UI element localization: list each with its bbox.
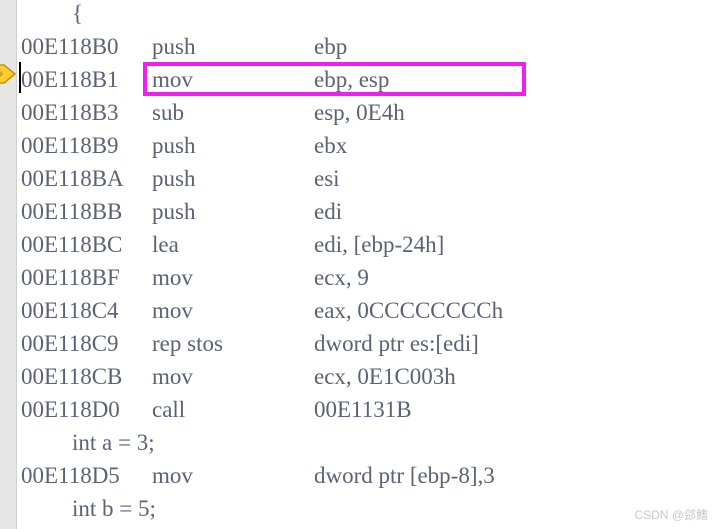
instruction-address: 00E118C9	[21, 331, 119, 356]
instruction-mnemonic: mov	[152, 364, 193, 389]
instruction-mnemonic: push	[152, 199, 196, 224]
code-line-list[interactable]: {00E118B0 push ebp 00E118B1 mov ebp, esp 00E11…	[0, 0, 716, 529]
source-line-text: {	[72, 1, 84, 26]
instruction-mnemonic: call	[152, 397, 186, 422]
instruction-operand: dword ptr [ebp-8],3	[314, 463, 495, 488]
instruction-operand: eax, 0CCCCCCCCh	[314, 298, 504, 323]
instruction-operand: ebp	[314, 34, 348, 59]
disassembly-line[interactable]: 00E118B3 sub esp, 0E4h	[0, 96, 716, 129]
instruction-operand: dword ptr es:[edi]	[314, 331, 479, 356]
instruction-mnemonic: push	[152, 34, 196, 59]
instruction-operand: edi, [ebp-24h]	[314, 232, 445, 257]
instruction-operand: esp, 0E4h	[314, 100, 405, 125]
disassembly-line[interactable]: 00E118D5 mov dword ptr [ebp-8],3	[0, 459, 716, 492]
instruction-address: 00E118D0	[21, 397, 120, 422]
instruction-operand: esi	[314, 166, 340, 191]
disassembly-line[interactable]: 00E118BC lea edi, [ebp-24h]	[0, 228, 716, 261]
disassembly-line[interactable]: 00E118C4 mov eax, 0CCCCCCCCh	[0, 294, 716, 327]
instruction-operand: ebx	[314, 133, 348, 158]
instruction-operand: ecx, 9	[314, 265, 369, 290]
instruction-operand: ecx, 0E1C003h	[314, 364, 456, 389]
instruction-mnemonic: sub	[152, 100, 184, 125]
instruction-address: 00E118B0	[21, 34, 119, 59]
text-caret	[19, 62, 21, 93]
instruction-mnemonic: mov	[152, 298, 193, 323]
source-line-text: int a = 3;	[72, 430, 155, 455]
disassembly-line[interactable]: 00E118BF mov ecx, 9	[0, 261, 716, 294]
instruction-operand: dword ptr [ebp-14h],5	[314, 525, 518, 529]
source-line-text: int b = 5;	[72, 496, 156, 521]
disassembly-line[interactable]: 00E118C9 rep stos dword ptr es:[edi]	[0, 327, 716, 360]
instruction-mnemonic: mov	[152, 463, 193, 488]
instruction-operand: ebp, esp	[314, 67, 390, 92]
disassembly-view[interactable]: {00E118B0 push ebp 00E118B1 mov ebp, esp 00E11…	[0, 0, 716, 529]
disassembly-line[interactable]: 00E118B0 push ebp	[0, 30, 716, 63]
instruction-address: 00E118BB	[21, 199, 123, 224]
csdn-watermark: CSDN @郐鳍	[634, 508, 708, 522]
instruction-address: 00E118DC	[21, 525, 124, 529]
disassembly-line[interactable]: 00E118CB mov ecx, 0E1C003h	[0, 360, 716, 393]
source-line[interactable]: {	[0, 0, 716, 30]
instruction-mnemonic: mov	[152, 265, 193, 290]
source-line[interactable]: int a = 3;	[0, 426, 716, 459]
instruction-mnemonic: mov	[152, 525, 193, 529]
disassembly-line[interactable]: 00E118B1 mov ebp, esp	[0, 63, 716, 96]
instruction-mnemonic: push	[152, 166, 196, 191]
instruction-mnemonic: lea	[152, 232, 179, 257]
instruction-operand: edi	[314, 199, 343, 224]
instruction-address: 00E118CB	[21, 364, 123, 389]
instruction-address: 00E118BC	[21, 232, 123, 257]
source-line[interactable]: int b = 5;	[0, 492, 716, 525]
instruction-address: 00E118D5	[21, 463, 120, 488]
instruction-mnemonic: rep stos	[152, 331, 223, 356]
instruction-mnemonic: mov	[152, 67, 193, 92]
instruction-address: 00E118B1	[21, 67, 119, 92]
disassembly-line[interactable]: 00E118B9 push ebx	[0, 129, 716, 162]
disassembly-line[interactable]: 00E118D0 call 00E1131B	[0, 393, 716, 426]
disassembly-line[interactable]: 00E118DC mov dword ptr [ebp-14h],5	[0, 525, 716, 529]
instruction-address: 00E118BF	[21, 265, 120, 290]
instruction-operand: 00E1131B	[314, 397, 412, 422]
instruction-mnemonic: push	[152, 133, 196, 158]
instruction-address: 00E118B3	[21, 100, 119, 125]
disassembly-line[interactable]: 00E118BA push esi	[0, 162, 716, 195]
instruction-address: 00E118B9	[21, 133, 119, 158]
instruction-address: 00E118BA	[21, 166, 124, 191]
disassembly-line[interactable]: 00E118BB push edi	[0, 195, 716, 228]
instruction-address: 00E118C4	[21, 298, 119, 323]
